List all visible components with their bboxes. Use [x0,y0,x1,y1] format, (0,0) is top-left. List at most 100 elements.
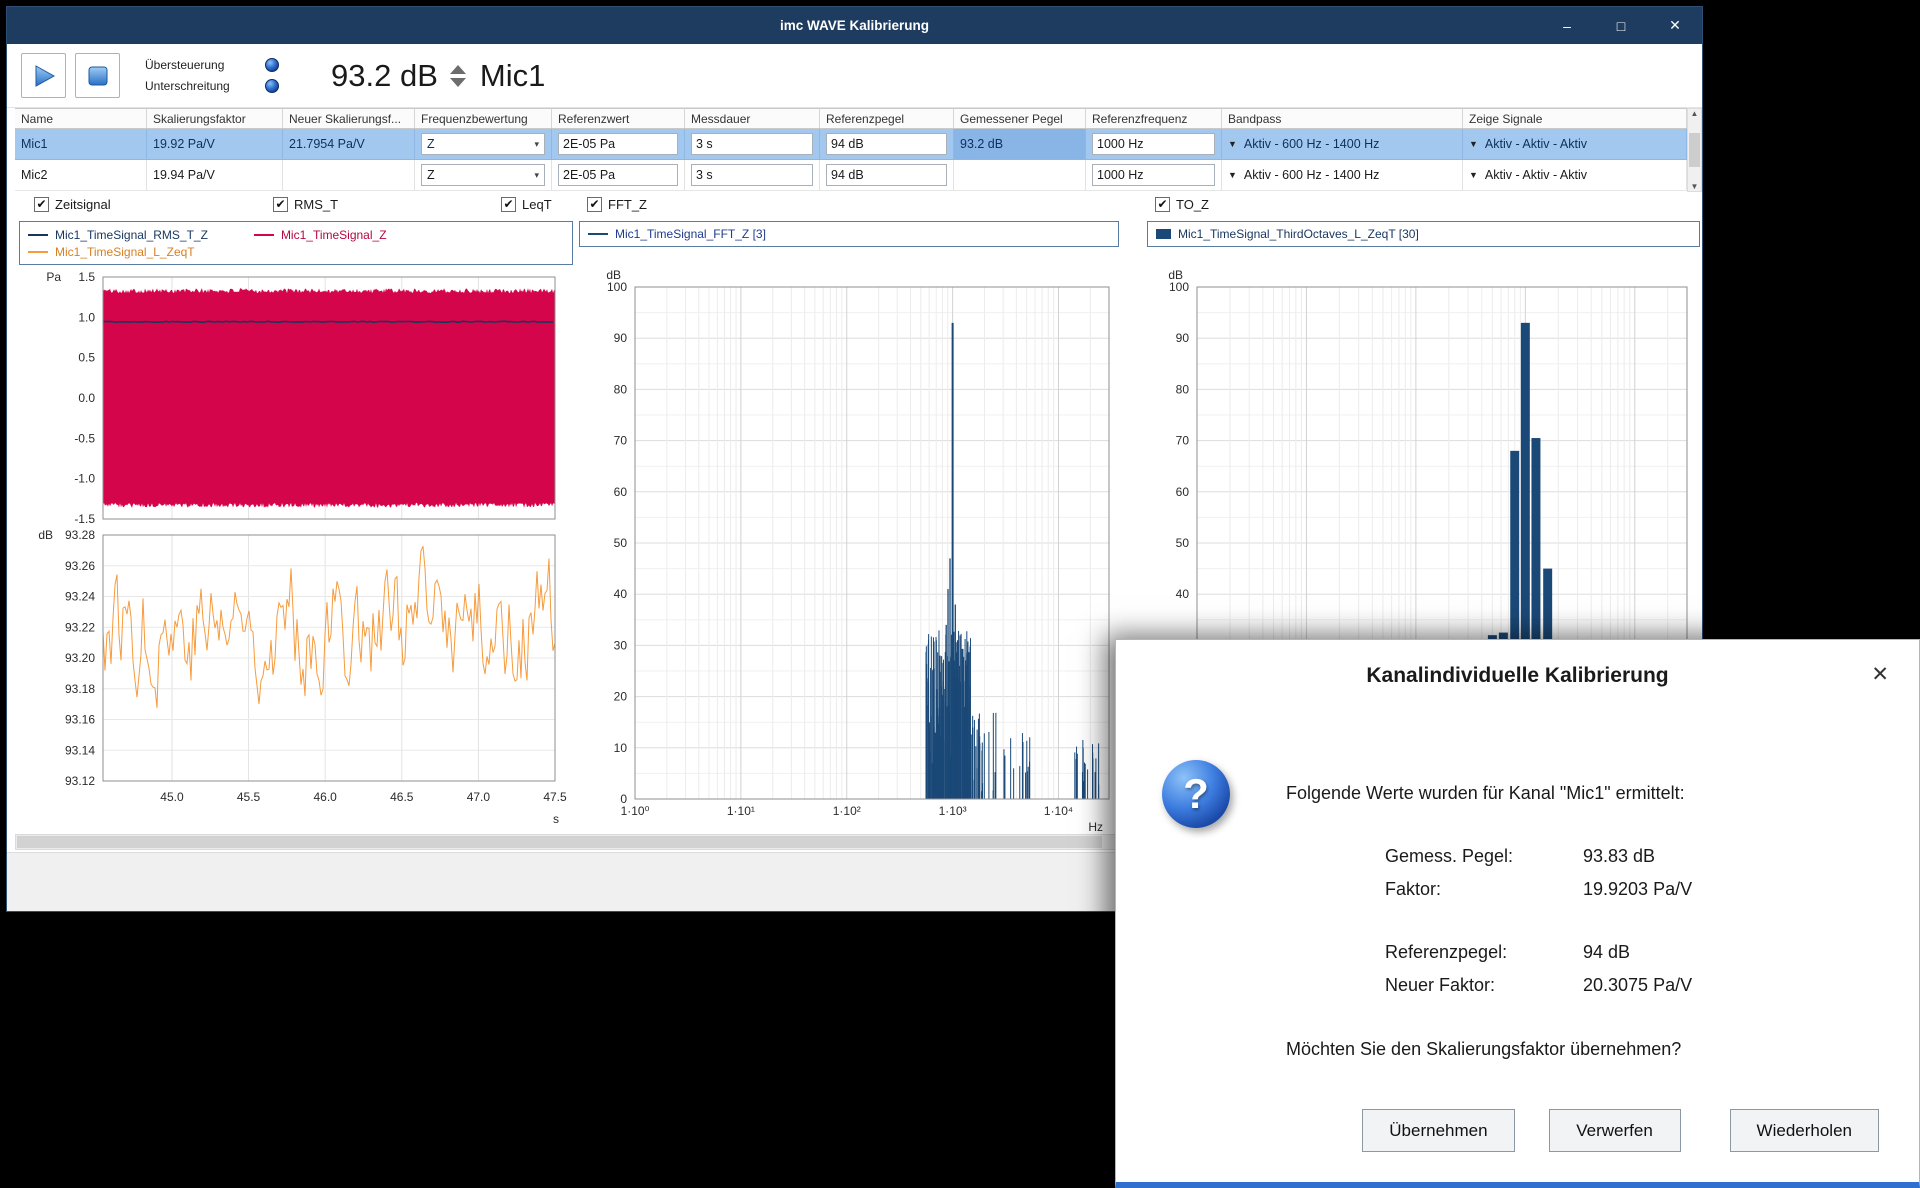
cell-referenzfrequenz [1086,129,1222,160]
signal-toggles-row: ✔ Zeitsignal ✔ RMS_T ✔ LeqT ✔ FFT_Z ✔ TO… [7,197,1702,217]
toggle-leqt[interactable]: ✔ LeqT [501,197,552,212]
cell-frequenzbewertung: Z ▾ [415,129,552,160]
svg-text:70: 70 [1176,434,1190,448]
cell-skalierungsfaktor: 19.92 Pa/V [147,129,283,160]
svg-text:80: 80 [614,382,628,396]
toolbar: Übersteuerung Unterschreitung 93.2 dB Mi… [7,44,1702,108]
svg-text:1.0: 1.0 [78,310,95,324]
spinner-up-icon[interactable] [450,65,466,74]
scroll-up-icon[interactable]: ▲ [1691,109,1699,118]
svg-text:1·10¹: 1·10¹ [727,804,755,818]
svg-text:Pa: Pa [46,270,61,284]
toggle-label: TO_Z [1176,197,1209,212]
spinner-down-icon[interactable] [450,78,466,87]
close-button[interactable]: ✕ [1664,17,1686,34]
cell-referenzwert [552,129,685,160]
svg-text:-1.0: -1.0 [74,472,95,486]
toggle-zeitsignal[interactable]: ✔ Zeitsignal [34,197,111,212]
checkbox-checked-icon: ✔ [587,197,602,212]
cell-neuer-skalierungsfaktor [283,160,415,191]
svg-text:20: 20 [614,690,628,704]
stop-button[interactable] [75,53,120,98]
verwerfen-button[interactable]: Verwerfen [1549,1109,1681,1152]
svg-text:1·10³: 1·10³ [939,804,967,818]
bandpass-dropdown[interactable]: ▼ Aktiv - 600 Hz - 1400 Hz [1228,137,1379,151]
toggle-fft-z[interactable]: ✔ FFT_Z [587,197,647,212]
cell-messdauer [685,160,820,191]
dialog-values: Gemess. Pegel: 93.83 dB Faktor: 19.9203 … [1385,840,1692,1002]
column-header-gemessener-pegel: Gemessener Pegel [954,109,1086,128]
cell-gemessener-pegel: 93.2 dB [954,129,1086,160]
table-vertical-scrollbar[interactable]: ▲ ▼ [1687,108,1702,192]
uebernehmen-button[interactable]: Übernehmen [1362,1109,1514,1152]
messdauer-input[interactable] [691,164,813,186]
zeige-signale-value: Aktiv - Aktiv - Aktiv [1485,168,1587,182]
value-text: 19.9203 Pa/V [1583,879,1692,900]
value-text: 94 dB [1583,942,1630,963]
checkbox-checked-icon: ✔ [501,197,516,212]
svg-text:1·10⁴: 1·10⁴ [1044,804,1073,818]
scroll-down-icon[interactable]: ▼ [1691,182,1699,191]
svg-text:93.22: 93.22 [65,620,95,634]
dialog-title: Kanalindividuelle Kalibrierung [1116,664,1919,688]
checkbox-checked-icon: ✔ [273,197,288,212]
svg-text:s: s [553,812,559,826]
svg-text:90: 90 [1176,331,1190,345]
referenzfrequenz-input[interactable] [1092,133,1215,155]
referenzpegel-input[interactable] [826,164,947,186]
svg-text:93.14: 93.14 [65,743,95,757]
zeige-signale-dropdown[interactable]: ▼ Aktiv - Aktiv - Aktiv [1469,137,1587,151]
table-row-mic2[interactable]: Mic2 19.94 Pa/V Z ▾ ▼ Aktiv - 600 Hz - 1… [15,160,1687,191]
underrun-led-icon [265,79,279,93]
zeige-signale-dropdown[interactable]: ▼ Aktiv - Aktiv - Aktiv [1469,168,1587,182]
svg-text:30: 30 [614,638,628,652]
referenzwert-input[interactable] [558,133,678,155]
cell-skalierungsfaktor: 19.94 Pa/V [147,160,283,191]
svg-text:46.0: 46.0 [313,790,337,804]
toggle-label: LeqT [522,197,552,212]
svg-text:100: 100 [607,280,627,294]
maximize-button[interactable]: □ [1610,18,1632,34]
start-button[interactable] [21,53,66,98]
frequenzbewertung-combobox[interactable]: Z ▾ [421,133,545,155]
legend-fft: Mic1_TimeSignal_FFT_Z [3] [579,221,1119,247]
cell-bandpass: ▼ Aktiv - 600 Hz - 1400 Hz [1222,160,1463,191]
svg-text:Hz: Hz [1088,820,1103,833]
referenzwert-input[interactable] [558,164,678,186]
channel-spinner[interactable] [450,65,466,87]
cell-zeige-signale: ▼ Aktiv - Aktiv - Aktiv [1463,129,1687,160]
referenzfrequenz-input[interactable] [1092,164,1215,186]
toggle-label: Zeitsignal [55,197,111,212]
cell-frequenzbewertung: Z ▾ [415,160,552,191]
scrollbar-thumb[interactable] [17,836,1102,848]
overload-label: Übersteuerung [145,58,224,72]
svg-text:100: 100 [1169,280,1189,294]
bandpass-dropdown[interactable]: ▼ Aktiv - 600 Hz - 1400 Hz [1228,168,1379,182]
chevron-down-icon: ▼ [1228,170,1237,180]
svg-text:50: 50 [1176,536,1190,550]
messdauer-input[interactable] [691,133,813,155]
legend-entry: Mic1_TimeSignal_FFT_Z [3] [615,227,766,241]
table-row-mic1[interactable]: Mic1 19.92 Pa/V 21.7954 Pa/V Z ▾ 93.2 dB… [15,129,1687,160]
calibration-dialog: Kanalindividuelle Kalibrierung ✕ ? Folge… [1115,639,1920,1188]
frequenzbewertung-combobox[interactable]: Z ▾ [421,164,545,186]
toggle-rms-t[interactable]: ✔ RMS_T [273,197,338,212]
svg-text:0.5: 0.5 [78,351,95,365]
minimize-button[interactable]: – [1556,18,1578,34]
toggle-to-z[interactable]: ✔ TO_Z [1155,197,1209,212]
svg-text:93.16: 93.16 [65,713,95,727]
line-swatch-icon [254,234,274,236]
svg-text:-0.5: -0.5 [74,431,95,445]
overload-led-icon [265,58,279,72]
scrollbar-thumb[interactable] [1689,133,1700,167]
referenzpegel-input[interactable] [826,133,947,155]
value-label: Neuer Faktor: [1385,975,1583,996]
question-icon: ? [1162,760,1230,828]
svg-text:1·10⁰: 1·10⁰ [621,804,650,818]
svg-text:40: 40 [614,587,628,601]
table-header: Name Skalierungsfaktor Neuer Skalierungs… [15,108,1687,129]
dialog-close-icon[interactable]: ✕ [1871,662,1889,687]
svg-text:60: 60 [1176,485,1190,499]
wiederholen-button[interactable]: Wiederholen [1730,1109,1879,1152]
svg-text:93.12: 93.12 [65,774,95,788]
